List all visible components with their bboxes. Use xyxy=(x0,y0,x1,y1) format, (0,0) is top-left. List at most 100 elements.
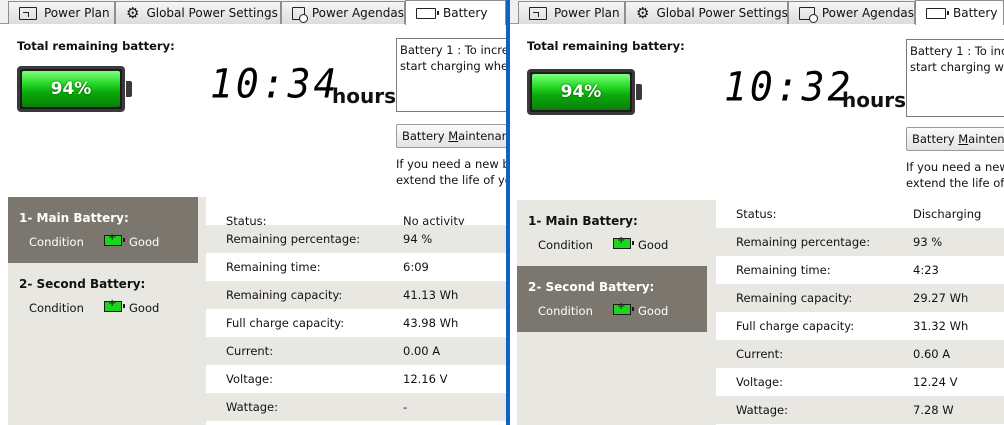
gear-icon: ⚙ xyxy=(126,4,140,22)
new-battery-hint: If you need a new extend the life of y xyxy=(906,160,1004,190)
detail-key: Remaining time: xyxy=(736,263,831,277)
battery-condition-icon xyxy=(104,232,125,246)
table-row: Voltage: 12.24 V xyxy=(716,368,1004,396)
battery-maintenance-button[interactable]: Battery Maintenance xyxy=(396,124,506,148)
battery-list-item-main[interactable]: 1- Main Battery: Condition Good xyxy=(8,197,198,263)
tab-power-agendas[interactable]: Power Agendas xyxy=(281,1,405,24)
power-agenda-icon xyxy=(799,6,818,23)
detail-key: Remaining time: xyxy=(226,260,321,274)
table-row: Full charge capacity: 43.98 Wh xyxy=(206,309,506,337)
detail-value: 43.98 Wh xyxy=(403,316,459,330)
battery-icon xyxy=(926,7,949,19)
tab-power-plan[interactable]: Power Plan xyxy=(518,1,625,24)
tab-global-power-settings[interactable]: ⚙ Global Power Settings xyxy=(625,1,788,24)
detail-key: Voltage: xyxy=(736,375,784,389)
remaining-time-clock: 10:34 xyxy=(210,60,340,108)
detail-value: 6:09 xyxy=(403,260,429,274)
tab-label: Power Agendas xyxy=(821,6,914,20)
condition-label: Condition xyxy=(538,238,593,252)
battery-list-item-second[interactable]: 2- Second Battery: Condition Good xyxy=(8,263,198,329)
button-label-start: Battery xyxy=(402,129,449,143)
tab-battery[interactable]: Battery xyxy=(915,0,1004,25)
battery-icon xyxy=(416,7,439,19)
button-label-start: Battery xyxy=(912,132,959,146)
battery-percent: 94% xyxy=(560,82,602,102)
battery-title: 1- Main Battery: xyxy=(19,211,129,225)
condition-value: Good xyxy=(129,235,160,249)
table-row: Voltage: 12.16 V xyxy=(206,365,506,393)
gear-icon: ⚙ xyxy=(636,4,650,22)
condition-value: Good xyxy=(129,301,160,315)
detail-value: 93 % xyxy=(913,235,943,249)
detail-value: 29.27 Wh xyxy=(913,291,969,305)
button-accelerator-key: M xyxy=(958,132,969,146)
battery-title: 2- Second Battery: xyxy=(19,277,146,291)
tab-label: Global Power Settings xyxy=(656,6,788,20)
battery-level-icon: 94% xyxy=(17,66,132,112)
table-row: Remaining capacity: 41.13 Wh xyxy=(206,281,506,309)
battery-info-textbox[interactable]: Battery 1 : To increa start charging whe… xyxy=(396,38,506,112)
tab-label: Power Agendas xyxy=(311,6,404,20)
detail-value: 4:23 xyxy=(913,263,939,277)
battery-list-item-main[interactable]: 1- Main Battery: Condition Good xyxy=(517,200,707,266)
condition-value: Good xyxy=(638,238,669,252)
battery-maintenance-button[interactable]: Battery Maintenan xyxy=(906,127,1004,151)
tab-label: Power Plan xyxy=(44,6,110,20)
table-row: Wattage: - xyxy=(206,393,506,421)
battery-details-area: 1- Main Battery: Condition Good 2- Secon… xyxy=(517,200,1004,425)
tab-strip: Power Plan ⚙ Global Power Settings Power… xyxy=(0,0,506,25)
detail-key: Current: xyxy=(736,347,784,361)
detail-key: Full charge capacity: xyxy=(736,319,855,333)
tab-strip: Power Plan ⚙ Global Power Settings Power… xyxy=(510,0,1004,25)
detail-value: 7.28 W xyxy=(913,403,954,417)
detail-value: 0.60 A xyxy=(913,347,951,361)
power-plan-icon xyxy=(529,6,547,20)
total-remaining-label: Total remaining battery: xyxy=(527,39,685,53)
table-row: Remaining capacity: 29.27 Wh xyxy=(716,284,1004,312)
detail-value: 41.13 Wh xyxy=(403,288,459,302)
power-plan-icon xyxy=(19,6,37,20)
detail-value: 94 % xyxy=(403,232,433,246)
detail-key: Voltage: xyxy=(226,372,274,386)
detail-value: 31.32 Wh xyxy=(913,319,969,333)
battery-level-icon: 94% xyxy=(527,69,642,115)
condition-value: Good xyxy=(638,304,669,318)
detail-value: 12.16 V xyxy=(403,372,448,386)
detail-key: Wattage: xyxy=(736,403,788,417)
table-row: Remaining percentage: 93 % xyxy=(716,228,1004,256)
detail-key: Current: xyxy=(226,344,274,358)
table-row: Remaining time: 4:23 xyxy=(716,256,1004,284)
table-row: Status: Discharging xyxy=(716,200,1004,228)
tab-label: Power Plan xyxy=(554,6,620,20)
battery-panel-right: Power Plan ⚙ Global Power Settings Power… xyxy=(510,0,1004,425)
battery-title: 2- Second Battery: xyxy=(528,280,655,294)
detail-key: Remaining capacity: xyxy=(226,288,343,302)
battery-info-textbox[interactable]: Battery 1 : To incre start charging whe xyxy=(906,39,1004,117)
new-battery-hint: If you need a new ba extend the life of … xyxy=(396,157,506,187)
detail-key: Remaining percentage: xyxy=(226,232,361,246)
power-agenda-icon xyxy=(292,6,308,23)
detail-key: Remaining capacity: xyxy=(736,291,853,305)
table-row: Remaining percentage: 94 % xyxy=(206,225,506,253)
condition-label: Condition xyxy=(29,235,84,249)
tab-power-agendas[interactable]: Power Agendas xyxy=(788,1,915,24)
tab-power-plan[interactable]: Power Plan xyxy=(8,1,115,24)
condition-label: Condition xyxy=(538,304,593,318)
battery-list-item-second[interactable]: 2- Second Battery: Condition Good xyxy=(517,266,707,332)
tab-battery[interactable]: Battery xyxy=(405,0,506,25)
table-row: Current: 0.60 A xyxy=(716,340,1004,368)
battery-percent: 94% xyxy=(50,79,92,99)
tab-label: Battery xyxy=(443,6,488,20)
battery-panel-left: Power Plan ⚙ Global Power Settings Power… xyxy=(0,0,506,425)
tab-label: Battery xyxy=(953,6,998,20)
table-row: Full charge capacity: 31.32 Wh xyxy=(716,312,1004,340)
battery-title: 1- Main Battery: xyxy=(528,214,638,228)
detail-value: - xyxy=(403,400,408,414)
detail-key: Wattage: xyxy=(226,400,278,414)
condition-label: Condition xyxy=(29,301,84,315)
battery-details-area: 1- Main Battery: Condition Good 2- Secon… xyxy=(8,197,506,425)
tab-global-power-settings[interactable]: ⚙ Global Power Settings xyxy=(115,1,281,24)
button-accelerator-key: M xyxy=(448,129,459,143)
detail-key: Remaining percentage: xyxy=(736,235,871,249)
detail-value: 0.00 A xyxy=(403,344,441,358)
